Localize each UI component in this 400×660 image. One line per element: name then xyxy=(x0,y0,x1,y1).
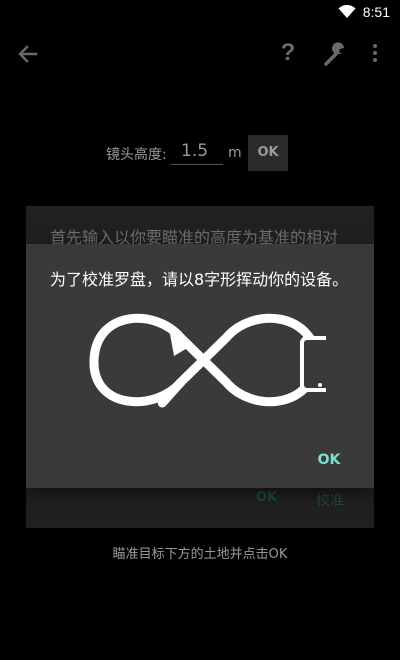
lens-height-unit: m xyxy=(228,145,242,161)
help-button[interactable]: ? xyxy=(276,38,300,68)
status-time: 8:51 xyxy=(362,4,390,20)
overflow-menu-button[interactable] xyxy=(368,42,382,66)
background-ok-button[interactable]: OK xyxy=(256,490,277,505)
height-ok-button[interactable]: OK xyxy=(248,135,288,171)
arrow-left-icon xyxy=(18,45,38,63)
lens-height-label: 镜头高度: xyxy=(106,147,167,163)
settings-button[interactable] xyxy=(322,40,350,68)
back-button[interactable] xyxy=(14,40,42,68)
calibration-ok-button[interactable]: OK xyxy=(314,452,344,472)
figure-eight-phone-icon xyxy=(89,313,326,408)
status-bar: 8:51 xyxy=(0,0,400,24)
wrench-icon xyxy=(324,42,344,66)
background-calibrate-button[interactable]: 校准 xyxy=(316,490,344,510)
calibration-dialog: 为了校准罗盘，请以8字形挥动你的设备。 OK xyxy=(26,244,374,488)
bottom-hint: 瞄准目标下方的土地并点击OK xyxy=(112,547,288,562)
more-vertical-icon xyxy=(373,44,377,62)
calibration-message: 为了校准罗盘，请以8字形挥动你的设备。 xyxy=(50,270,349,289)
lens-height-value: 1.5 xyxy=(181,141,209,161)
wifi-icon xyxy=(338,5,356,18)
